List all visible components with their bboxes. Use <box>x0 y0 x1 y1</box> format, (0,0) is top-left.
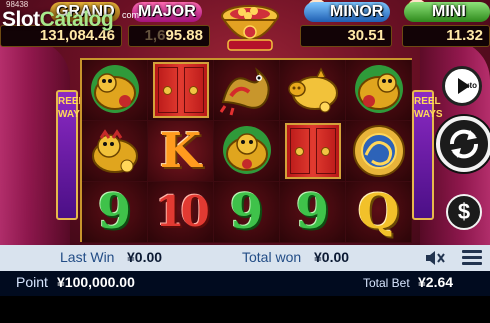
autoplay-label: auto <box>460 81 477 90</box>
reel-cell <box>82 60 148 121</box>
reel-cell <box>214 121 280 182</box>
reel-ways-left-line1: REEL <box>58 96 85 107</box>
sound-muted-icon[interactable] <box>424 250 446 266</box>
reel-grid: K 9 10 9 9 Q <box>80 58 412 243</box>
reel-cell: Q <box>346 182 412 243</box>
reel-cell: 9 <box>214 182 280 243</box>
balance-status-bar: Point ¥100,000.00 Total Bet ¥2.64 <box>0 271 490 296</box>
total-bet-value: ¥2.64 <box>418 274 454 290</box>
watermark-logo-main: Slot <box>2 8 40 31</box>
reel-cell <box>148 60 214 121</box>
golden-lion-dog-icon <box>354 65 403 113</box>
last-win-label: Last Win <box>60 249 115 265</box>
mini-jackpot-label: MINI <box>404 2 490 22</box>
win-info-bar: Last Win ¥0.00 Total won ¥0.00 <box>0 245 490 271</box>
reel-cell: K <box>148 121 214 182</box>
bet-button[interactable]: $ <box>446 194 482 230</box>
reel-cell <box>346 121 412 182</box>
mini-jackpot-value: 11.32 <box>402 25 490 47</box>
spin-arrows-icon <box>449 129 479 159</box>
reel-cell <box>280 121 346 182</box>
symbol-9: 9 <box>229 184 264 240</box>
reel-cell <box>346 60 412 121</box>
reel-ways-left-line2: WAYS <box>58 109 87 120</box>
golden-lion-dog-icon <box>90 65 139 113</box>
total-won-label: Total won <box>242 249 302 265</box>
watermark-logo: SlotCatalog <box>2 8 114 32</box>
reel-cell: 9 <box>82 182 148 243</box>
reel-cell <box>280 60 346 121</box>
golden-pig-icon <box>287 67 338 113</box>
reel-cell: 9 <box>280 182 346 243</box>
symbol-9: 9 <box>97 184 132 240</box>
reel-ways-right-line1: REEL <box>414 96 441 107</box>
golden-dragon-coin-icon <box>352 125 405 177</box>
last-win-value: ¥0.00 <box>127 249 163 265</box>
dollar-icon: $ <box>457 199 471 224</box>
reel-ways-right-line2: WAYS <box>414 109 443 120</box>
watermark-logo-alt: Catalog <box>39 8 114 31</box>
symbol-k: K <box>159 123 202 179</box>
autoplay-button[interactable]: auto <box>442 66 482 106</box>
treasure-pot-icon <box>221 5 279 51</box>
total-won-value: ¥0.00 <box>314 249 350 265</box>
menu-icon[interactable] <box>462 250 482 266</box>
reel-cell: 10 <box>148 182 214 243</box>
reel-ways-right-banner: REEL WAYS <box>412 90 443 220</box>
symbol-10: 10 <box>155 187 209 236</box>
golden-lion-dog-icon <box>222 126 271 174</box>
reel-ways-left-banner: REEL WAYS <box>56 90 87 220</box>
bottom-letterbox <box>0 296 490 323</box>
reel-cell <box>82 121 148 182</box>
reel-cell <box>214 60 280 121</box>
symbol-q: Q <box>357 184 400 240</box>
watermark-logo-suffix: com <box>122 10 140 20</box>
point-label: Point <box>16 274 48 290</box>
symbol-9: 9 <box>295 184 330 240</box>
red-door-icon <box>152 62 209 118</box>
spin-button[interactable] <box>436 116 490 172</box>
golden-lion-dog-icon <box>91 129 138 173</box>
red-door-icon <box>284 123 341 179</box>
total-bet-label: Total Bet <box>363 276 410 290</box>
game-area: GRAND 131,084.46 MAJOR 1,695.88 MINOR 30… <box>0 0 490 245</box>
dragon-icon <box>219 67 270 116</box>
point-value: ¥100,000.00 <box>57 274 135 290</box>
